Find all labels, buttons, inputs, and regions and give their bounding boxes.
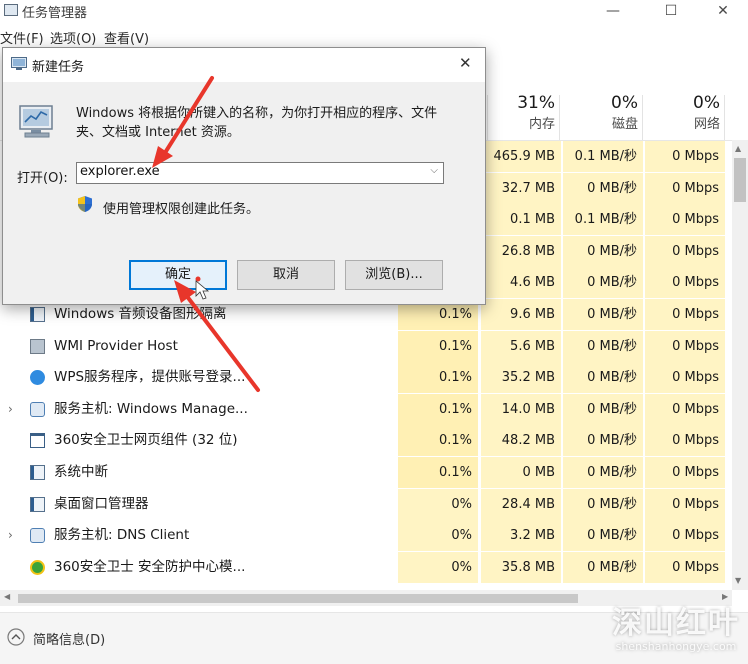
arrow-to-ok-button	[174, 280, 260, 392]
arrow-to-input-field	[152, 76, 214, 168]
mouse-cursor-icon	[195, 280, 210, 300]
annotation-arrows	[152, 76, 260, 392]
